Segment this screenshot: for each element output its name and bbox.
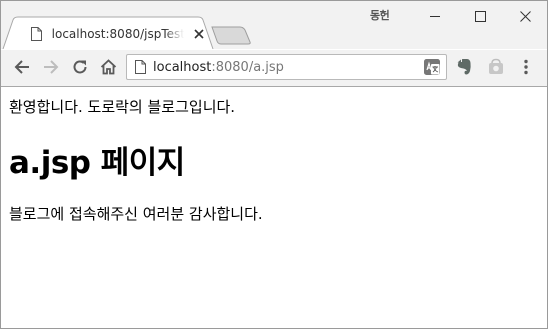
url-host: localhost [153, 59, 212, 75]
page-icon [31, 26, 43, 41]
kebab-menu-icon [524, 59, 528, 75]
camera-icon [489, 58, 503, 74]
window-close-icon [519, 10, 531, 22]
address-bar[interactable]: localhost:8080/a.jsp [126, 54, 447, 80]
new-tab-button[interactable] [211, 26, 251, 45]
reload-icon [73, 60, 87, 74]
forward-button[interactable] [39, 55, 63, 79]
thanks-text: 블로그에 접속해주신 여러분 감사합니다. [9, 205, 263, 223]
back-button[interactable] [10, 55, 34, 79]
translate-icon[interactable] [424, 59, 440, 75]
title-bar: localhost:8080/jspTest/a.jsp 동헌 [1, 1, 547, 49]
forward-arrow-icon [44, 60, 59, 74]
user-profile-badge[interactable]: 동헌 [370, 7, 390, 23]
minimize-button[interactable] [412, 1, 458, 31]
home-button[interactable] [96, 55, 120, 79]
back-arrow-icon [14, 60, 29, 74]
tab-title: localhost:8080/jspTest/a.jsp [51, 26, 184, 41]
evernote-extension-button[interactable] [454, 57, 474, 77]
evernote-icon [457, 59, 471, 75]
maximize-button[interactable] [457, 1, 503, 31]
maximize-icon [474, 10, 486, 22]
page-content: 환영합니다. 도로락의 블로그입니다. a.jsp 페이지 블로그에 접속해주신… [1, 88, 547, 328]
browser-window: localhost:8080/jspTest/a.jsp 동헌 [0, 0, 548, 329]
page-heading: a.jsp 페이지 [9, 145, 185, 181]
page-info-icon[interactable] [133, 59, 147, 75]
welcome-text: 환영합니다. 도로락의 블로그입니다. [9, 98, 236, 116]
address-url[interactable]: localhost:8080/a.jsp [153, 60, 424, 75]
home-icon [100, 59, 116, 75]
close-icon[interactable] [192, 26, 208, 42]
browser-toolbar: localhost:8080/a.jsp [1, 49, 547, 87]
window-close-button[interactable] [502, 1, 547, 31]
minimize-icon [429, 15, 440, 17]
tab-active[interactable]: localhost:8080/jspTest/a.jsp [15, 18, 207, 49]
url-path: :8080/a.jsp [211, 59, 284, 75]
camera-extension-button[interactable] [486, 57, 506, 77]
reload-button[interactable] [68, 55, 92, 79]
chrome-menu-button[interactable] [516, 57, 536, 77]
